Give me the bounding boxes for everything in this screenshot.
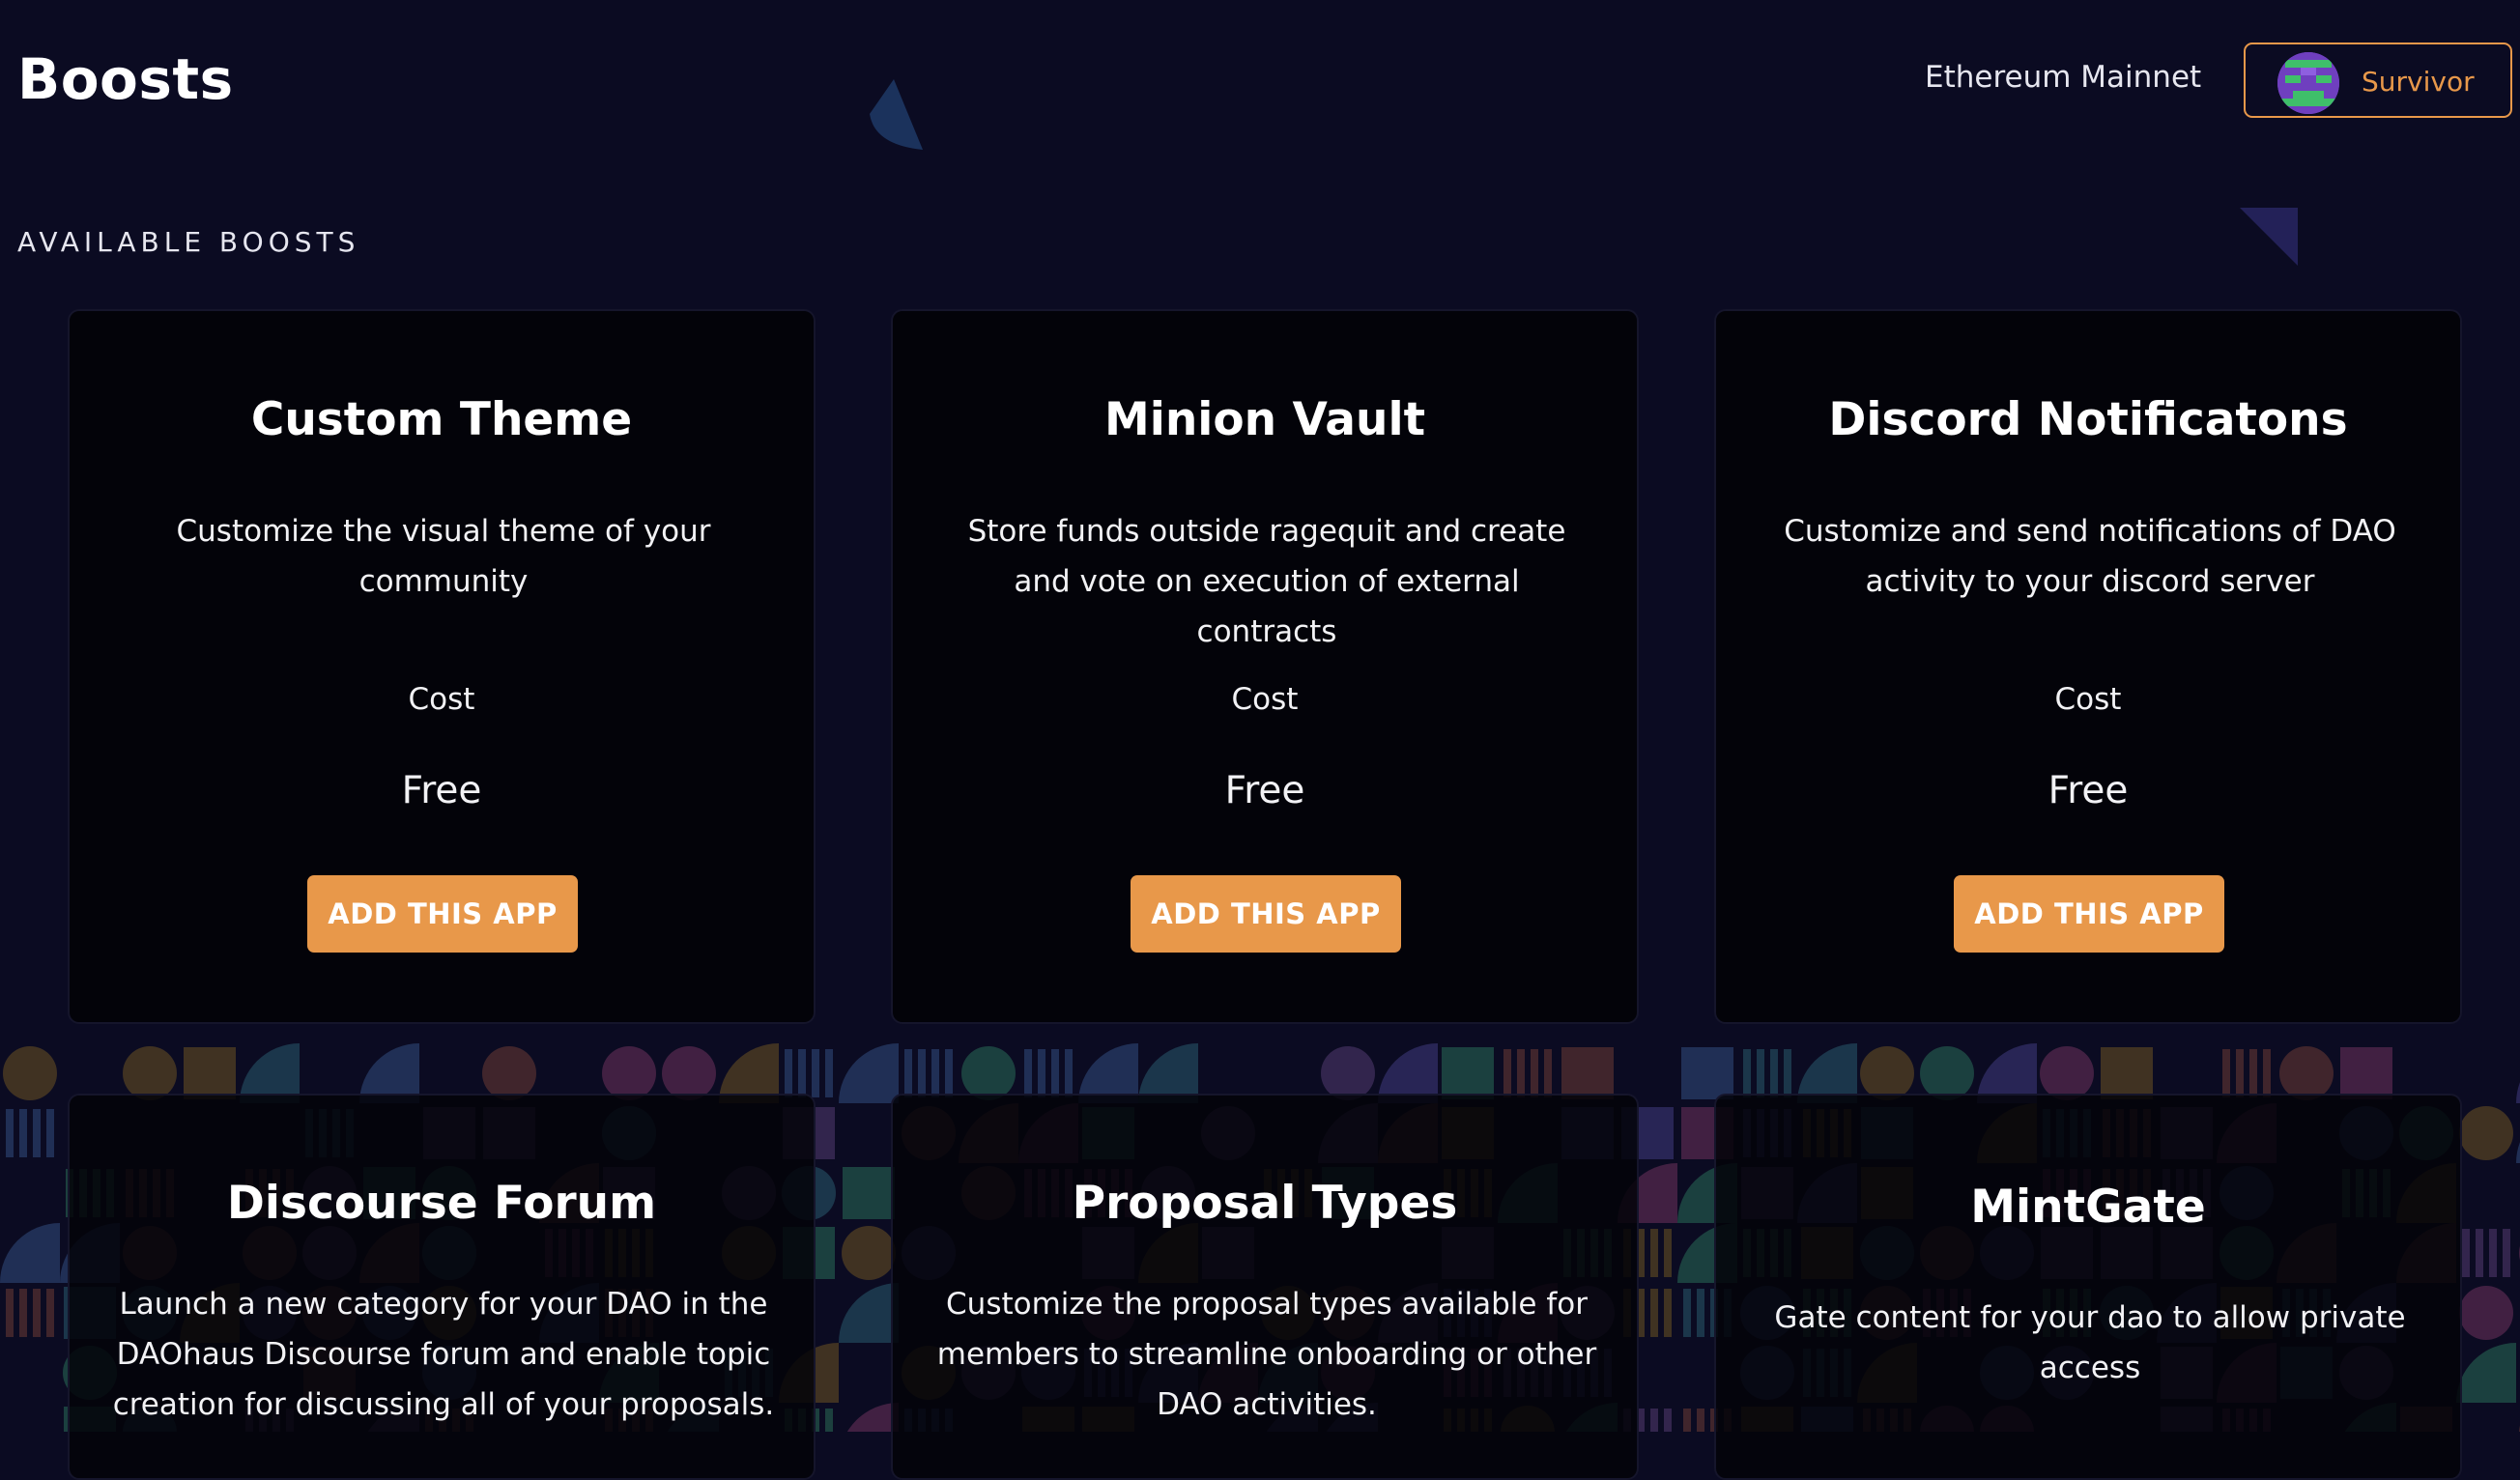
user-name: Survivor [2362,66,2475,98]
pattern-shape [1024,1049,1073,1097]
card-description: Store funds outside ragequit and create … [967,514,1566,649]
pattern-shape [6,1289,54,1337]
pattern-shape [839,1043,899,1103]
pattern-shape [842,1226,896,1280]
pattern-shape [2279,1046,2334,1100]
pattern-shape [2040,1046,2094,1100]
pattern-shape [1681,1047,1733,1099]
pattern-shape [2222,1049,2271,1097]
add-app-button[interactable]: ADD THIS APP [1954,875,2224,953]
card-description: Launch a new category for your DAO in th… [112,1287,775,1422]
pixel-avatar-icon [2277,52,2339,114]
boost-card-discord-notifications: Discord Notificatons Customize and send … [1714,309,2462,1024]
card-description: Gate content for your dao to allow priva… [1774,1300,2406,1385]
boost-card-discourse-forum: Discourse Forum Launch a new category fo… [68,1094,816,1480]
pattern-shape [662,1046,716,1100]
pattern-shape [1743,1049,1791,1097]
pattern-shape [2516,1082,2520,1103]
card-title: Minion Vault [1103,393,1426,446]
pattern-shape [1442,1047,1494,1099]
pattern-shape [785,1049,833,1097]
card-title: MintGate [1970,1181,2206,1234]
pattern-shape [1503,1049,1552,1097]
pattern-shape [184,1047,236,1099]
cost-value: Free [401,769,482,812]
pattern-shape [961,1046,1016,1100]
pattern-shape [2462,1229,2510,1277]
pattern-shape [1920,1046,1974,1100]
pattern-shape [6,1109,54,1157]
pattern-shape [1860,1046,1914,1100]
boost-card-minion-vault: Minion Vault Store funds outside ragequi… [891,309,1639,1024]
card-title: Discord Notificatons [1828,393,2348,446]
cost-label: Cost [2054,682,2122,717]
add-app-button[interactable]: ADD THIS APP [1131,875,1401,953]
add-app-button[interactable]: ADD THIS APP [307,875,578,953]
pattern-shape [904,1049,953,1097]
pattern-shape [2516,1142,2520,1163]
pattern-shape [123,1046,177,1100]
card-title: Custom Theme [250,393,633,446]
pattern-shape [1321,1046,1375,1100]
card-title: Discourse Forum [226,1177,657,1230]
header: Boosts Ethereum Mainnet Survivor [0,0,2520,164]
cost-value: Free [1224,769,1305,812]
cost-label: Cost [1231,682,1299,717]
boost-card-proposal-types: Proposal Types Customize the proposal ty… [891,1094,1639,1480]
boost-card-mintgate: MintGate Gate content for your dao to al… [1714,1094,2462,1480]
user-account-button[interactable]: Survivor [2244,43,2512,118]
page-title: Boosts [17,46,234,112]
pattern-shape [2456,1343,2516,1403]
cost-label: Cost [408,682,475,717]
pattern-shape [846,1403,899,1432]
pattern-shape [2459,1106,2513,1160]
pattern-shape [843,1167,895,1219]
pattern-shape [0,1223,60,1283]
card-title: Proposal Types [1072,1177,1458,1230]
boost-card-custom-theme: Custom Theme Customize the visual theme … [68,309,816,1024]
pattern-shape [2340,1047,2392,1099]
pattern-shape [2101,1047,2153,1099]
section-heading: AVAILABLE BOOSTS [17,226,360,258]
card-description: Customize and send notifications of DAO … [1784,514,2396,599]
pattern-shape [1561,1047,1614,1099]
card-description: Customize the proposal types available f… [936,1287,1597,1422]
pattern-shape [2459,1286,2513,1340]
cost-value: Free [2048,769,2129,812]
network-label[interactable]: Ethereum Mainnet [1925,60,2201,95]
pattern-shape [482,1046,536,1100]
card-description: Customize the visual theme of your commu… [176,514,711,599]
pattern-shape [839,1283,899,1343]
pattern-shape [3,1046,57,1100]
pattern-shape [602,1046,656,1100]
